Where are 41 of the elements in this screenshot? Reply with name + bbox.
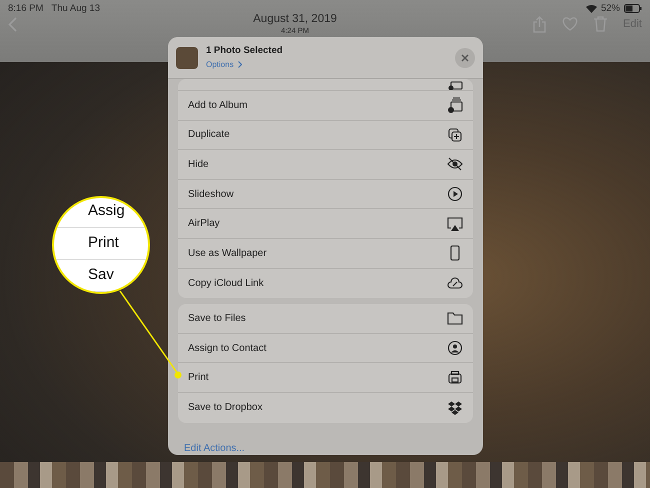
status-date: Thu Aug 13 [51,4,100,14]
action-row[interactable]: Copy iCloud Link [178,268,473,298]
action-row[interactable]: Slideshow [178,180,473,210]
action-row[interactable]: AirPlay [178,209,473,239]
action-row[interactable]: Hide [178,150,473,180]
wifi-icon [586,4,597,13]
chevron-icon [238,61,242,68]
action-row[interactable]: Save to Dropbox [178,392,473,423]
thumbnail-strip[interactable] [0,462,650,488]
close-icon [461,54,469,62]
action-row[interactable]: Duplicate [178,120,473,150]
action-row[interactable]: Assign to Contact [178,334,473,364]
album-icon [447,81,463,90]
airplay-icon [447,216,463,232]
action-row[interactable]: Use as Wallpaper [178,238,473,269]
photo-thumbnail [176,46,198,68]
share-icon[interactable] [533,16,546,33]
contact-icon [447,340,463,356]
close-button[interactable] [455,48,475,68]
magnified-text: Assig [54,198,148,228]
cloud-link-icon [447,275,463,292]
sheet-title: 1 Photo Selected [206,44,284,58]
photo-date-title: August 31, 2019 [253,12,337,26]
status-time: 8:16 PM [8,4,44,14]
duplicate-icon [447,126,463,143]
action-row[interactable]: Save to Files [178,304,473,334]
dropbox-icon [447,400,463,416]
battery-percent: 52% [600,4,620,14]
album-icon [447,97,463,114]
action-row[interactable]: Print [178,363,473,393]
back-chevron-icon[interactable] [8,16,17,32]
magnified-text: Print [54,228,148,260]
magnified-text: Sav [54,260,148,292]
folder-icon [447,310,463,326]
trash-icon[interactable] [594,16,608,32]
play-icon [447,186,463,202]
eye-slash-icon [447,156,463,172]
printer-icon [447,370,463,386]
battery-icon [624,4,642,14]
action-row[interactable]: Add to Album [178,91,473,121]
heart-icon[interactable] [562,17,578,32]
